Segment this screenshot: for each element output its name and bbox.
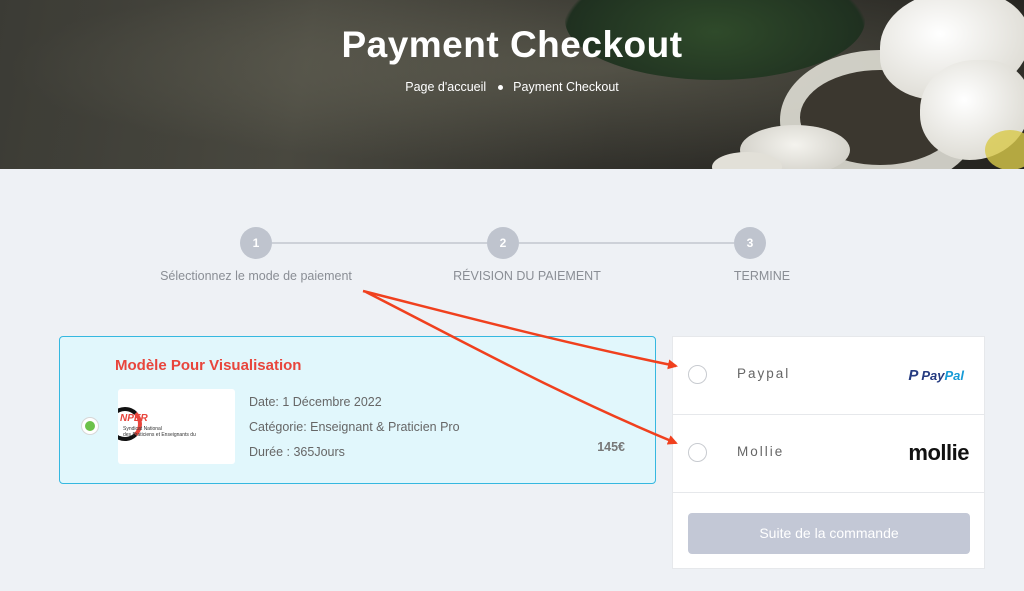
payment-option-label: Paypal bbox=[737, 366, 791, 381]
product-duration: Durée : 365Jours bbox=[249, 445, 345, 459]
step-2-indicator: 2 bbox=[487, 227, 519, 259]
breadcrumb-separator-icon bbox=[498, 84, 504, 90]
breadcrumb: Page d'accueil Payment Checkout bbox=[0, 80, 1024, 94]
breadcrumb-current: Payment Checkout bbox=[513, 80, 619, 94]
page-title: Payment Checkout bbox=[341, 24, 683, 65]
payment-option-paypal[interactable]: Paypal P PayPal bbox=[673, 337, 984, 415]
mollie-logo-icon: mollie bbox=[908, 440, 969, 465]
paypal-logo-icon: P PayPal bbox=[908, 367, 964, 384]
step-3-label: TERMINE bbox=[733, 269, 791, 283]
step-3-indicator: 3 bbox=[734, 227, 766, 259]
product-category: Catégorie: Enseignant & Praticien Pro bbox=[249, 420, 460, 434]
breadcrumb-home-link[interactable]: Page d'accueil bbox=[405, 80, 486, 94]
logo-wordmark: NPER bbox=[120, 413, 148, 424]
product-logo-image: NPER Syndicat National des Praticiens et… bbox=[118, 389, 235, 464]
step-1-indicator: 1 bbox=[240, 227, 272, 259]
product-title: Modèle Pour Visualisation bbox=[115, 357, 302, 374]
product-card[interactable]: Modèle Pour Visualisation NPER Syndicat … bbox=[59, 336, 656, 484]
payment-option-mollie[interactable]: Mollie mollie bbox=[673, 415, 984, 493]
continue-order-button[interactable]: Suite de la commande bbox=[688, 513, 970, 554]
payment-option-label: Mollie bbox=[737, 444, 785, 459]
product-price: 145€ bbox=[597, 440, 625, 454]
logo-subtitle: des Praticiens et Enseignants du bbox=[123, 432, 196, 438]
step-connector bbox=[272, 242, 487, 244]
hero-banner: Payment Checkout Page d'accueil Payment C… bbox=[0, 0, 1024, 169]
payment-method-panel: Paypal P PayPal Mollie mollie Suite de la… bbox=[672, 336, 985, 569]
step-1-label: Sélectionnez le mode de paiement bbox=[160, 269, 352, 283]
product-select-radio[interactable] bbox=[81, 417, 99, 435]
mollie-radio[interactable] bbox=[688, 443, 707, 462]
product-date: Date: 1 Décembre 2022 bbox=[249, 395, 382, 409]
step-connector bbox=[519, 242, 734, 244]
paypal-radio[interactable] bbox=[688, 365, 707, 384]
step-2-label: RÉVISION DU PAIEMENT bbox=[453, 269, 601, 283]
